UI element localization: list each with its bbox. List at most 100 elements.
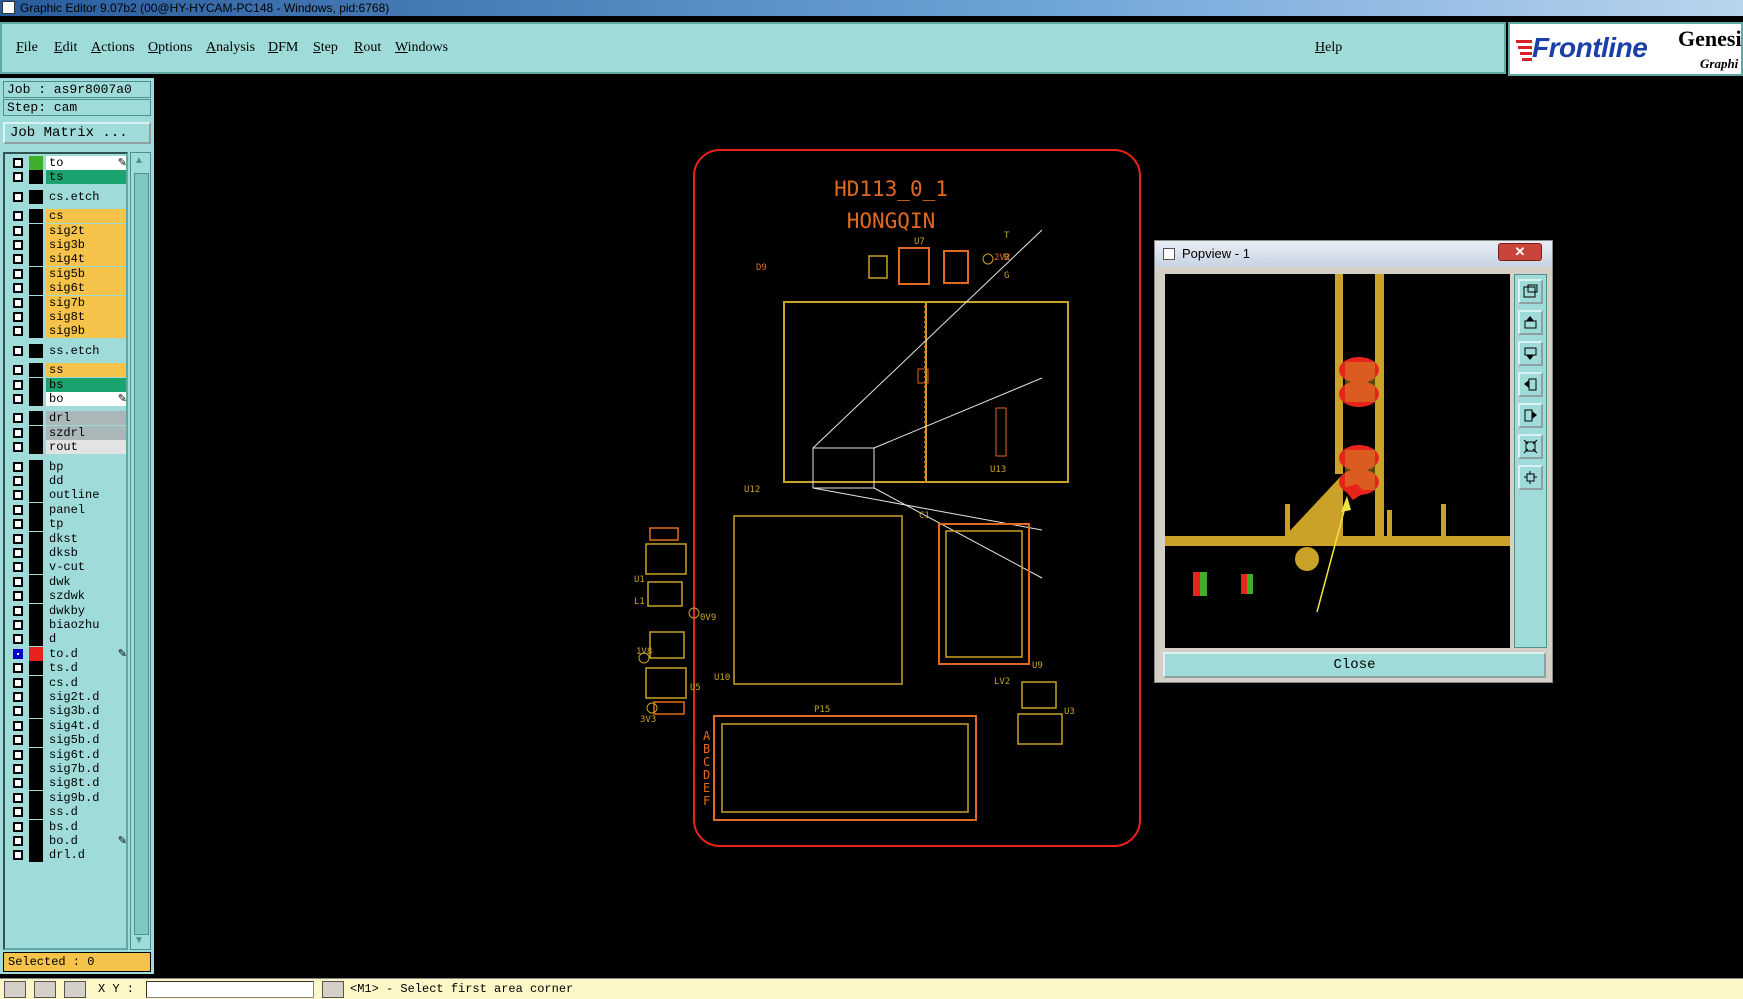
- popview-title-bar[interactable]: Popview - 1 ✕: [1155, 241, 1552, 267]
- layer-checkbox[interactable]: [13, 706, 23, 717]
- layer-color-swatch[interactable]: [29, 209, 43, 224]
- menu-dfm[interactable]: DFM: [268, 40, 298, 56]
- layer-row[interactable]: cs.etch: [9, 189, 126, 204]
- cross-tool-icon[interactable]: [34, 981, 56, 998]
- layer-color-swatch[interactable]: [29, 560, 43, 575]
- layer-name[interactable]: sig6t: [46, 281, 126, 296]
- layer-name[interactable]: sig2t.d: [46, 690, 126, 704]
- layer-checkbox[interactable]: [13, 677, 23, 688]
- layer-color-swatch[interactable]: [29, 363, 43, 378]
- layer-checkbox[interactable]: [13, 461, 23, 472]
- layer-color-swatch[interactable]: [29, 310, 43, 324]
- layer-checkbox[interactable]: [13, 720, 23, 731]
- menu-help[interactable]: Help: [1315, 40, 1342, 56]
- layer-row[interactable]: sig9b: [9, 324, 126, 339]
- layer-name[interactable]: ss.d: [46, 805, 126, 820]
- layer-row[interactable]: sig4t.d: [9, 718, 126, 733]
- layer-color-swatch[interactable]: [29, 819, 43, 834]
- layer-color-swatch[interactable]: [29, 805, 43, 820]
- scrollbar-thumb[interactable]: [134, 173, 149, 935]
- layer-row[interactable]: ss: [9, 363, 126, 378]
- layer-name[interactable]: sig4t: [46, 252, 126, 267]
- layer-checkbox[interactable]: [13, 442, 23, 453]
- layer-row[interactable]: szdrl: [9, 425, 126, 440]
- layer-name[interactable]: ss.etch: [46, 343, 126, 358]
- layer-row[interactable]: dd: [9, 474, 126, 488]
- layer-color-swatch[interactable]: [29, 295, 43, 310]
- layer-row[interactable]: v-cut: [9, 560, 126, 575]
- pan-left-icon[interactable]: [1518, 372, 1543, 397]
- layer-color-swatch[interactable]: [29, 502, 43, 517]
- layer-row[interactable]: bo ✎: [9, 392, 126, 406]
- layer-checkbox[interactable]: [13, 413, 23, 424]
- layer-color-swatch[interactable]: [29, 776, 43, 791]
- layer-checkbox[interactable]: [13, 663, 23, 674]
- layer-name[interactable]: cs.etch: [46, 189, 126, 204]
- layer-row[interactable]: sig9b.d: [9, 790, 126, 805]
- layer-name[interactable]: sig9b.d: [46, 790, 126, 805]
- layer-color-swatch[interactable]: [29, 834, 43, 848]
- layer-name[interactable]: dkst: [46, 531, 126, 546]
- layer-color-swatch[interactable]: [29, 281, 43, 296]
- layer-checkbox[interactable]: [13, 427, 23, 438]
- layer-color-swatch[interactable]: [29, 411, 43, 426]
- layer-row[interactable]: ss.d: [9, 805, 126, 820]
- layer-color-swatch[interactable]: [29, 646, 43, 661]
- layer-color-swatch[interactable]: [29, 488, 43, 503]
- menu-windows[interactable]: Windows: [395, 40, 448, 56]
- layer-checkbox[interactable]: [13, 548, 23, 558]
- layer-color-swatch[interactable]: [29, 156, 43, 170]
- layer-name[interactable]: sig3b.d: [46, 704, 126, 719]
- layer-checkbox[interactable]: [13, 211, 23, 222]
- layer-name[interactable]: to: [46, 156, 126, 170]
- layer-color-swatch[interactable]: [29, 603, 43, 618]
- layer-checkbox[interactable]: [13, 562, 23, 573]
- layer-row[interactable]: dksb: [9, 546, 126, 560]
- layer-name[interactable]: sig6t.d: [46, 747, 126, 762]
- layer-name[interactable]: rout: [46, 440, 126, 455]
- layer-name[interactable]: sig4t.d: [46, 718, 126, 733]
- layer-row[interactable]: sig3b.d: [9, 704, 126, 719]
- layer-row[interactable]: ts: [9, 170, 126, 185]
- menu-analysis[interactable]: Analysis: [206, 40, 255, 56]
- layer-color-swatch[interactable]: [29, 747, 43, 762]
- layer-list-scrollbar[interactable]: ▲ ▼: [130, 152, 151, 950]
- layer-color-swatch[interactable]: [29, 690, 43, 704]
- layer-checkbox[interactable]: [13, 158, 23, 168]
- layer-name[interactable]: ss: [46, 363, 126, 378]
- layer-checkbox[interactable]: [13, 240, 23, 250]
- layer-color-swatch[interactable]: [29, 618, 43, 632]
- layer-name[interactable]: szdwk: [46, 589, 126, 604]
- layer-name[interactable]: sig3b: [46, 238, 126, 252]
- layer-name[interactable]: sig2t: [46, 223, 126, 238]
- layer-row[interactable]: dwkby: [9, 603, 126, 618]
- layer-checkbox[interactable]: [13, 379, 23, 390]
- layer-color-swatch[interactable]: [29, 324, 43, 339]
- job-matrix-button[interactable]: Job Matrix ...: [3, 122, 151, 144]
- layer-row[interactable]: panel: [9, 502, 126, 517]
- popview-close-button[interactable]: Close: [1163, 652, 1546, 678]
- layer-name[interactable]: bs.d: [46, 819, 126, 834]
- layer-checkbox[interactable]: [13, 764, 23, 774]
- layer-row[interactable]: drl: [9, 411, 126, 426]
- layer-row[interactable]: to ✎: [9, 156, 126, 170]
- layer-color-swatch[interactable]: [29, 574, 43, 589]
- layer-color-swatch[interactable]: [29, 661, 43, 676]
- layer-checkbox[interactable]: [13, 778, 23, 789]
- layer-row[interactable]: ss.etch: [9, 343, 126, 358]
- layer-name[interactable]: sig7b: [46, 295, 126, 310]
- layer-checkbox[interactable]: [13, 634, 23, 645]
- layer-color-swatch[interactable]: [29, 238, 43, 252]
- zoom-in-icon[interactable]: [1518, 434, 1543, 459]
- layer-color-swatch[interactable]: [29, 675, 43, 690]
- layer-checkbox[interactable]: [13, 576, 23, 587]
- layer-color-swatch[interactable]: [29, 474, 43, 488]
- layer-checkbox[interactable]: [13, 792, 23, 803]
- layer-row[interactable]: sig6t.d: [9, 747, 126, 762]
- layer-row[interactable]: sig8t: [9, 310, 126, 324]
- layer-checkbox[interactable]: [13, 225, 23, 236]
- layer-name[interactable]: drl.d: [46, 848, 126, 863]
- scroll-up-icon[interactable]: ▲: [134, 155, 144, 166]
- layer-row[interactable]: sig7b.d: [9, 762, 126, 776]
- layer-checkbox[interactable]: [13, 648, 23, 659]
